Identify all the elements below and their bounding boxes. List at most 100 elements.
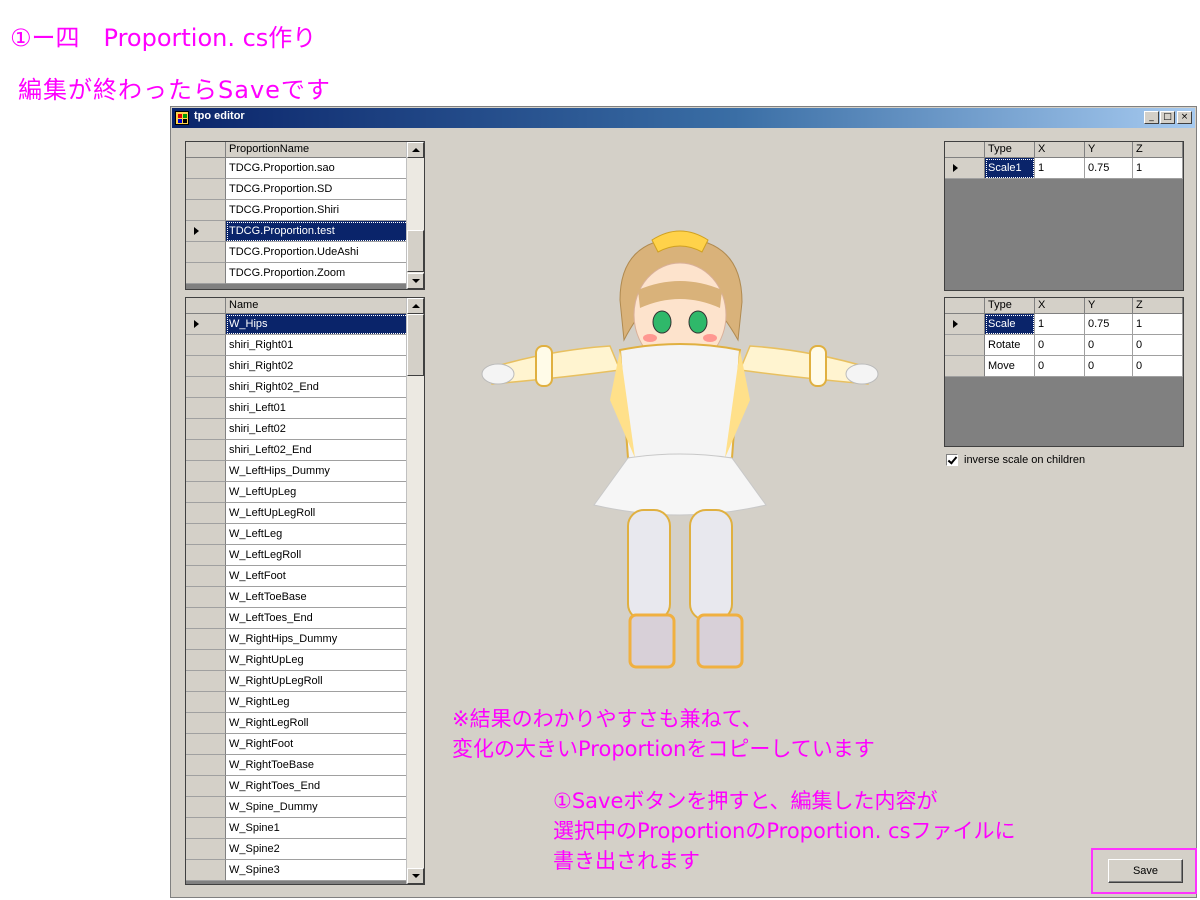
- row-header[interactable]: [945, 158, 985, 179]
- row-header[interactable]: [186, 482, 226, 503]
- row-header[interactable]: [186, 335, 226, 356]
- table-row[interactable]: W_RightToeBase: [186, 755, 409, 776]
- proportion-name-cell[interactable]: TDCG.Proportion.Zoom: [226, 263, 409, 284]
- title-bar[interactable]: tpo editor _ □ ×: [172, 108, 1195, 128]
- table-row[interactable]: W_RightFoot: [186, 734, 409, 755]
- node-name-cell[interactable]: W_Spine_Dummy: [226, 797, 409, 818]
- row-header[interactable]: [186, 608, 226, 629]
- table-row[interactable]: shiri_Left01: [186, 398, 409, 419]
- cell-y[interactable]: 0.75: [1085, 158, 1133, 179]
- cell-x[interactable]: 1: [1035, 314, 1085, 335]
- row-header[interactable]: [186, 461, 226, 482]
- node-name-cell[interactable]: W_LeftFoot: [226, 566, 409, 587]
- table-row[interactable]: W_RightHips_Dummy: [186, 629, 409, 650]
- table-row[interactable]: W_RightUpLegRoll: [186, 671, 409, 692]
- column-header-proportion-name[interactable]: ProportionName: [226, 142, 409, 158]
- cell-x[interactable]: 0: [1035, 356, 1085, 377]
- row-header[interactable]: [186, 200, 226, 221]
- table-row[interactable]: W_Spine2: [186, 839, 409, 860]
- row-header[interactable]: [186, 566, 226, 587]
- column-header-z[interactable]: Z: [1133, 298, 1183, 314]
- table-row[interactable]: W_LeftUpLegRoll: [186, 503, 409, 524]
- node-name-cell[interactable]: shiri_Right02: [226, 356, 409, 377]
- node-name-cell[interactable]: shiri_Right01: [226, 335, 409, 356]
- row-header[interactable]: [945, 335, 985, 356]
- node-name-cell[interactable]: W_LeftToes_End: [226, 608, 409, 629]
- row-header[interactable]: [186, 503, 226, 524]
- node-name-cell[interactable]: W_LeftUpLegRoll: [226, 503, 409, 524]
- node-name-cell[interactable]: shiri_Left01: [226, 398, 409, 419]
- table-row[interactable]: W_LeftToeBase: [186, 587, 409, 608]
- table-row[interactable]: Move 0 0 0: [945, 356, 1183, 377]
- proportion-name-cell[interactable]: TDCG.Proportion.sao: [226, 158, 409, 179]
- proportion-grid-scrollbar[interactable]: [406, 142, 424, 289]
- row-header[interactable]: [186, 587, 226, 608]
- table-row[interactable]: Scale 1 0.75 1: [945, 314, 1183, 335]
- table-row[interactable]: TDCG.Proportion.Shiri: [186, 200, 409, 221]
- cell-x[interactable]: 1: [1035, 158, 1085, 179]
- proportion-name-cell[interactable]: TDCG.Proportion.SD: [226, 179, 409, 200]
- scroll-down-button[interactable]: [407, 868, 424, 884]
- scroll-up-button[interactable]: [407, 142, 424, 158]
- table-row[interactable]: TDCG.Proportion.test: [186, 221, 409, 242]
- table-row[interactable]: shiri_Right01: [186, 335, 409, 356]
- table-row[interactable]: shiri_Right02: [186, 356, 409, 377]
- node-name-cell[interactable]: W_RightLegRoll: [226, 713, 409, 734]
- row-header[interactable]: [186, 158, 226, 179]
- row-header[interactable]: [186, 776, 226, 797]
- column-header-type[interactable]: Type: [985, 298, 1035, 314]
- node-name-cell[interactable]: shiri_Right02_End: [226, 377, 409, 398]
- checkbox-checked-icon[interactable]: [946, 454, 958, 466]
- row-header[interactable]: [186, 221, 226, 242]
- column-header-x[interactable]: X: [1035, 142, 1085, 158]
- column-header-name[interactable]: Name: [226, 298, 409, 314]
- cell-type[interactable]: Scale: [985, 314, 1035, 335]
- column-header-z[interactable]: Z: [1133, 142, 1183, 158]
- row-header[interactable]: [186, 419, 226, 440]
- node-name-cell[interactable]: W_RightUpLeg: [226, 650, 409, 671]
- cell-z[interactable]: 1: [1133, 314, 1183, 335]
- node-name-cell[interactable]: W_RightLeg: [226, 692, 409, 713]
- table-row[interactable]: W_LeftLeg: [186, 524, 409, 545]
- row-header[interactable]: [186, 440, 226, 461]
- proportion-name-cell[interactable]: TDCG.Proportion.test: [226, 221, 409, 242]
- minimize-button[interactable]: _: [1144, 111, 1159, 124]
- inverse-scale-checkbox[interactable]: inverse scale on children: [944, 452, 1094, 470]
- model-viewport[interactable]: [470, 220, 890, 685]
- table-row[interactable]: W_Spine1: [186, 818, 409, 839]
- row-header[interactable]: [945, 356, 985, 377]
- table-row[interactable]: W_Spine_Dummy: [186, 797, 409, 818]
- row-header[interactable]: [186, 755, 226, 776]
- node-name-cell[interactable]: W_Hips: [226, 314, 409, 335]
- cell-y[interactable]: 0.75: [1085, 314, 1133, 335]
- proportion-name-cell[interactable]: TDCG.Proportion.UdeAshi: [226, 242, 409, 263]
- table-row[interactable]: W_LeftToes_End: [186, 608, 409, 629]
- table-row[interactable]: W_RightToes_End: [186, 776, 409, 797]
- table-row[interactable]: W_LeftHips_Dummy: [186, 461, 409, 482]
- scroll-thumb[interactable]: [407, 314, 424, 376]
- scale-grid[interactable]: Type X Y Z Scale1 1 0.75 1: [944, 141, 1184, 291]
- node-name-cell[interactable]: W_RightToeBase: [226, 755, 409, 776]
- node-name-cell[interactable]: shiri_Left02_End: [226, 440, 409, 461]
- row-header[interactable]: [186, 242, 226, 263]
- cell-x[interactable]: 0: [1035, 335, 1085, 356]
- table-row[interactable]: shiri_Left02: [186, 419, 409, 440]
- table-row[interactable]: W_LeftUpLeg: [186, 482, 409, 503]
- table-row[interactable]: TDCG.Proportion.sao: [186, 158, 409, 179]
- cell-y[interactable]: 0: [1085, 356, 1133, 377]
- column-header-x[interactable]: X: [1035, 298, 1085, 314]
- row-header[interactable]: [945, 314, 985, 335]
- table-row[interactable]: Scale1 1 0.75 1: [945, 158, 1183, 179]
- table-row[interactable]: W_RightLeg: [186, 692, 409, 713]
- table-row[interactable]: W_RightLegRoll: [186, 713, 409, 734]
- row-header[interactable]: [186, 524, 226, 545]
- save-button[interactable]: Save: [1108, 859, 1183, 883]
- maximize-button[interactable]: □: [1160, 111, 1175, 124]
- table-row[interactable]: W_LeftLegRoll: [186, 545, 409, 566]
- node-name-cell[interactable]: W_LeftHips_Dummy: [226, 461, 409, 482]
- table-row[interactable]: TDCG.Proportion.UdeAshi: [186, 242, 409, 263]
- node-name-cell[interactable]: W_Spine1: [226, 818, 409, 839]
- node-name-cell[interactable]: W_LeftUpLeg: [226, 482, 409, 503]
- table-row[interactable]: shiri_Left02_End: [186, 440, 409, 461]
- row-header[interactable]: [186, 263, 226, 284]
